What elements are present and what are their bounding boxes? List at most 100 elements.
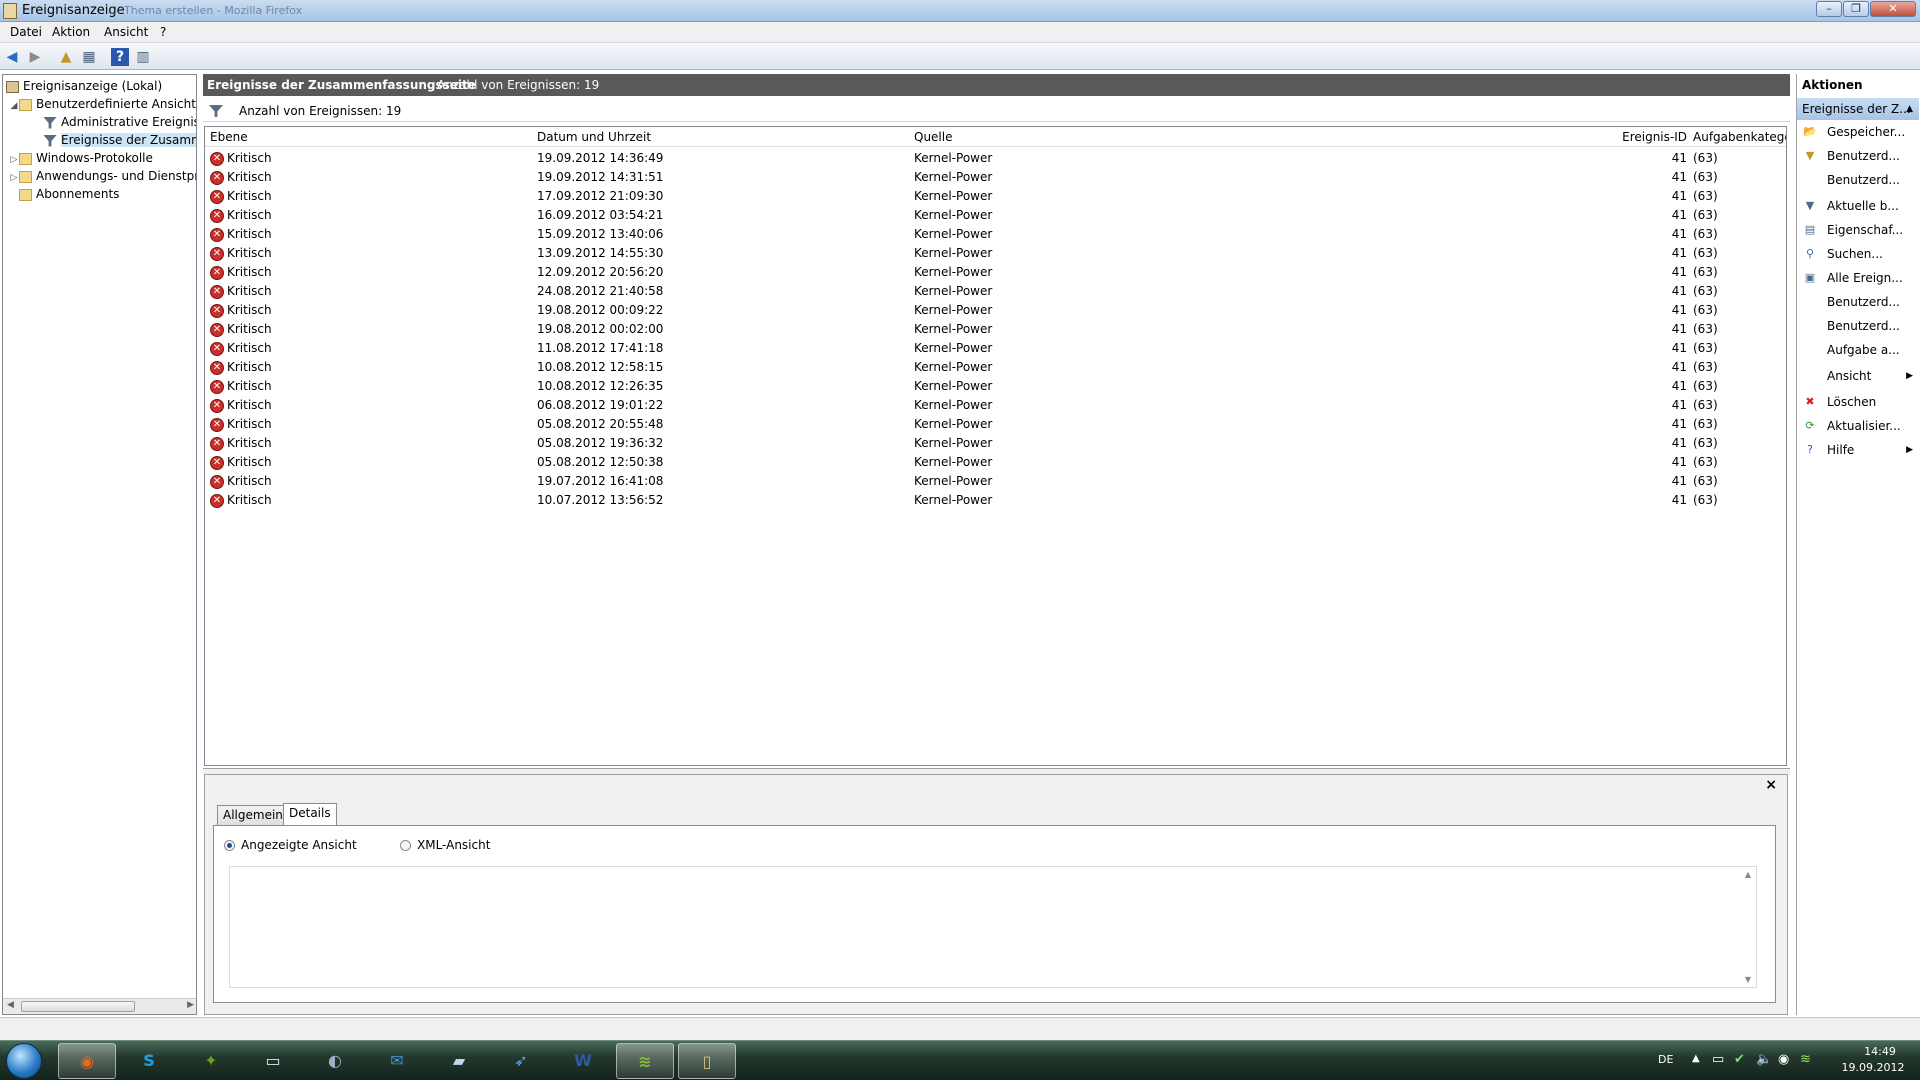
taskbar-app-thunderbird[interactable]: ✉ xyxy=(368,1043,426,1079)
tray-expand-icon[interactable]: ▲ xyxy=(1692,1053,1700,1064)
maximize-button[interactable]: ❐ xyxy=(1843,1,1869,17)
collapse-up-icon[interactable]: ▲ xyxy=(1906,98,1913,120)
column-header-level[interactable]: Ebene xyxy=(210,130,248,144)
show-hide-tree-icon[interactable]: ▦ xyxy=(80,48,98,66)
radio-xml-view[interactable]: XML-Ansicht xyxy=(400,838,490,852)
table-row[interactable]: ✕ Kritisch 19.07.2012 16:41:08 Kernel-Power… xyxy=(205,472,1786,491)
taskbar-app-notes[interactable]: ▰ xyxy=(430,1043,488,1079)
close-detail-icon[interactable]: × xyxy=(1765,777,1777,793)
tree-item-custom-views[interactable]: ◢ Benutzerdefinierte Ansichten xyxy=(3,95,196,113)
table-row[interactable]: ✕ Kritisch 06.08.2012 19:01:22 Kernel-Power… xyxy=(205,396,1786,415)
tray-sync-icon[interactable]: ✔ xyxy=(1734,1052,1745,1067)
tab-details[interactable]: Details xyxy=(283,803,337,826)
action-item[interactable]: 📂 Gespeicher... xyxy=(1797,122,1919,142)
tree-item-local[interactable]: Ereignisanzeige (Lokal) xyxy=(3,77,196,95)
help-icon[interactable]: ? xyxy=(111,48,129,66)
column-header-task-category[interactable]: Aufgabenkategorie xyxy=(1486,130,1786,144)
up-folder-icon[interactable]: ▲ xyxy=(57,48,75,66)
tray-spotify-icon[interactable]: ≋ xyxy=(1800,1052,1811,1067)
table-row[interactable]: ✕ Kritisch 19.08.2012 00:02:00 Kernel-Power… xyxy=(205,320,1786,339)
taskbar-app-app-green[interactable]: ✦ xyxy=(182,1043,240,1079)
menu-help[interactable]: ? xyxy=(160,25,166,39)
expand-icon[interactable]: ▷ xyxy=(9,151,19,167)
table-row[interactable]: ✕ Kritisch 24.08.2012 21:40:58 Kernel-Power… xyxy=(205,282,1786,301)
close-button[interactable]: ✕ xyxy=(1870,1,1916,17)
vertical-scrollbar[interactable]: ▲ ▼ xyxy=(1740,867,1756,987)
table-row[interactable]: ✕ Kritisch 19.09.2012 14:31:51 Kernel-Power… xyxy=(205,168,1786,187)
taskbar-app-firefox[interactable]: ◉ xyxy=(58,1043,116,1079)
tree-item-windows-logs[interactable]: ▷ Windows-Protokolle xyxy=(3,149,196,167)
table-row[interactable]: ✕ Kritisch 05.08.2012 12:50:38 Kernel-Power… xyxy=(205,453,1786,472)
taskbar-app-spotify[interactable]: ≋ xyxy=(616,1043,674,1079)
action-item[interactable]: ✖ Löschen xyxy=(1797,392,1919,412)
table-row[interactable]: ✕ Kritisch 17.09.2012 21:09:30 Kernel-Power… xyxy=(205,187,1786,206)
table-row[interactable]: ✕ Kritisch 19.08.2012 00:09:22 Kernel-Power… xyxy=(205,301,1786,320)
taskbar-app-event-viewer[interactable]: ▯ xyxy=(678,1043,736,1079)
action-item[interactable]: Aufgabe a... xyxy=(1797,340,1919,360)
scroll-thumb[interactable] xyxy=(21,1001,135,1012)
tray-network-icon[interactable]: ▭ xyxy=(1712,1052,1724,1067)
table-row[interactable]: ✕ Kritisch 05.08.2012 20:55:48 Kernel-Power… xyxy=(205,415,1786,434)
table-row[interactable]: ✕ Kritisch 10.07.2012 13:56:52 Kernel-Power… xyxy=(205,491,1786,510)
taskbar-app-remote-desktop[interactable]: ▭ xyxy=(244,1043,302,1079)
table-row[interactable]: ✕ Kritisch 05.08.2012 19:36:32 Kernel-Power… xyxy=(205,434,1786,453)
scroll-right-icon[interactable]: ▶ xyxy=(187,1000,194,1010)
menu-datei[interactable]: Datei xyxy=(10,25,42,39)
action-label: Benutzerd... xyxy=(1827,319,1900,333)
action-item[interactable]: ▼ Aktuelle b... xyxy=(1797,196,1919,216)
show-hide-action-pane-icon[interactable]: ▥ xyxy=(134,48,152,66)
table-row[interactable]: ✕ Kritisch 15.09.2012 13:40:06 Kernel-Power… xyxy=(205,225,1786,244)
critical-error-icon: ✕ xyxy=(210,379,224,394)
cell-source: Kernel-Power xyxy=(914,284,993,298)
taskbar-app-steam-like[interactable]: ◐ xyxy=(306,1043,364,1079)
tray-volume-icon[interactable]: 🔈 xyxy=(1756,1052,1772,1067)
table-row[interactable]: ✕ Kritisch 12.09.2012 20:56:20 Kernel-Power… xyxy=(205,263,1786,282)
action-item[interactable]: Ansicht ▶ xyxy=(1797,366,1919,386)
action-item[interactable]: Benutzerd... xyxy=(1797,292,1919,312)
expand-icon[interactable]: ▷ xyxy=(9,169,19,185)
action-item[interactable]: ▣ Alle Ereign... xyxy=(1797,268,1919,288)
table-row[interactable]: ✕ Kritisch 10.08.2012 12:58:15 Kernel-Power… xyxy=(205,358,1786,377)
scroll-left-icon[interactable]: ◀ xyxy=(7,1000,14,1010)
action-item[interactable]: ? Hilfe ▶ xyxy=(1797,440,1919,460)
tab-allgemein[interactable]: Allgemein xyxy=(217,805,289,825)
action-item[interactable]: ⟳ Aktualisier... xyxy=(1797,416,1919,436)
action-item[interactable]: Benutzerd... xyxy=(1797,316,1919,336)
clock-time[interactable]: 14:49 xyxy=(1850,1045,1910,1058)
action-item[interactable]: ▤ Eigenschaf... xyxy=(1797,220,1919,240)
tree-item-summary-events[interactable]: Ereignisse der Zusammenfassungsseite xyxy=(3,131,196,149)
table-row[interactable]: ✕ Kritisch 16.09.2012 03:54:21 Kernel-Power… xyxy=(205,206,1786,225)
menu-aktion[interactable]: Aktion xyxy=(52,25,90,39)
tree-horizontal-scrollbar[interactable]: ◀ ▶ xyxy=(3,998,196,1014)
critical-error-icon: ✕ xyxy=(210,398,224,413)
table-row[interactable]: ✕ Kritisch 11.08.2012 17:41:18 Kernel-Power… xyxy=(205,339,1786,358)
action-item[interactable]: ▼ Benutzerd... xyxy=(1797,146,1919,166)
taskbar-app-rocket[interactable]: ➶ xyxy=(492,1043,550,1079)
tree-item-app-service-logs[interactable]: ▷ Anwendungs- und Dienstprotokolle xyxy=(3,167,196,185)
action-label: Ansicht xyxy=(1827,369,1872,383)
language-indicator[interactable]: DE xyxy=(1658,1053,1673,1066)
radio-friendly-view[interactable]: Angezeigte Ansicht xyxy=(224,838,357,852)
table-row[interactable]: ✕ Kritisch 10.08.2012 12:26:35 Kernel-Power… xyxy=(205,377,1786,396)
table-row[interactable]: ✕ Kritisch 13.09.2012 14:55:30 Kernel-Power… xyxy=(205,244,1786,263)
column-header-source[interactable]: Quelle xyxy=(914,130,952,144)
tree-item-administrative-events[interactable]: Administrative Ereignisse xyxy=(3,113,196,131)
taskbar-app-word[interactable]: W xyxy=(554,1043,612,1079)
details-content-box[interactable]: ▲ ▼ xyxy=(229,866,1757,988)
actions-section-header[interactable]: Ereignisse der Z... ▲ xyxy=(1797,98,1919,120)
critical-error-icon: ✕ xyxy=(210,474,224,489)
action-item[interactable]: Benutzerd... xyxy=(1797,170,1919,190)
minimize-button[interactable]: – xyxy=(1816,1,1842,17)
clock-date[interactable]: 19.09.2012 xyxy=(1836,1061,1910,1074)
tray-steam-icon[interactable]: ◉ xyxy=(1778,1052,1789,1067)
back-icon[interactable]: ◀ xyxy=(3,48,21,66)
action-item[interactable]: ⚲ Suchen... xyxy=(1797,244,1919,264)
forward-icon[interactable]: ▶ xyxy=(26,48,44,66)
table-row[interactable]: ✕ Kritisch 19.09.2012 14:36:49 Kernel-Power… xyxy=(205,149,1786,168)
start-button[interactable] xyxy=(6,1043,42,1079)
column-header-datetime[interactable]: Datum und Uhrzeit xyxy=(537,130,651,144)
menu-ansicht[interactable]: Ansicht xyxy=(104,25,148,39)
collapse-icon[interactable]: ◢ xyxy=(9,97,19,113)
tree-item-subscriptions[interactable]: Abonnements xyxy=(3,185,196,203)
taskbar-app-skype[interactable]: S xyxy=(120,1043,178,1079)
